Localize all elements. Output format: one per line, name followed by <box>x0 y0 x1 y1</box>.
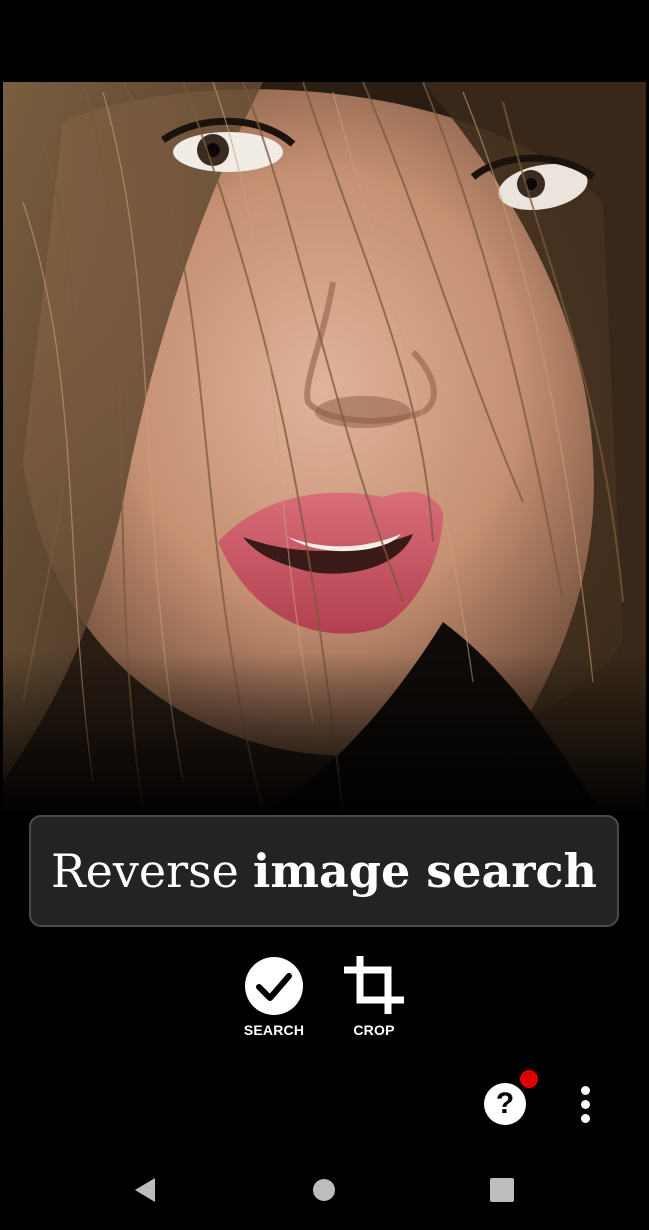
help-icon: ? <box>484 1083 526 1125</box>
reverse-image-search-banner: Reverse image search <box>29 815 619 927</box>
back-button[interactable] <box>128 1172 164 1208</box>
help-button[interactable]: ? <box>484 1070 538 1125</box>
photo-fade <box>3 652 646 812</box>
searched-photo[interactable] <box>3 82 646 812</box>
status-bar <box>0 0 649 82</box>
more-vertical-icon-dot <box>581 1114 590 1123</box>
banner-title-bold: image search <box>252 844 597 898</box>
back-triangle-icon <box>135 1178 155 1202</box>
screen: Reverse image search SEARCH CROP ? <box>0 0 649 1230</box>
search-label: SEARCH <box>243 1022 305 1038</box>
home-circle-icon <box>313 1179 335 1201</box>
more-options-button[interactable] <box>572 1084 600 1126</box>
recents-square-icon <box>490 1178 514 1202</box>
home-button[interactable] <box>306 1172 342 1208</box>
more-vertical-icon-dot <box>581 1100 590 1109</box>
check-circle-icon <box>242 954 306 1018</box>
recents-button[interactable] <box>484 1172 520 1208</box>
crop-button[interactable]: CROP <box>324 954 424 1044</box>
search-button[interactable]: SEARCH <box>224 954 324 1044</box>
crop-label: CROP <box>353 1022 395 1038</box>
system-nav-bar <box>0 1150 649 1230</box>
notification-badge <box>520 1070 538 1088</box>
more-vertical-icon-dot <box>581 1086 590 1095</box>
banner-title-regular: Reverse <box>51 844 239 898</box>
action-row: SEARCH CROP <box>0 954 649 1044</box>
crop-icon <box>342 954 406 1018</box>
